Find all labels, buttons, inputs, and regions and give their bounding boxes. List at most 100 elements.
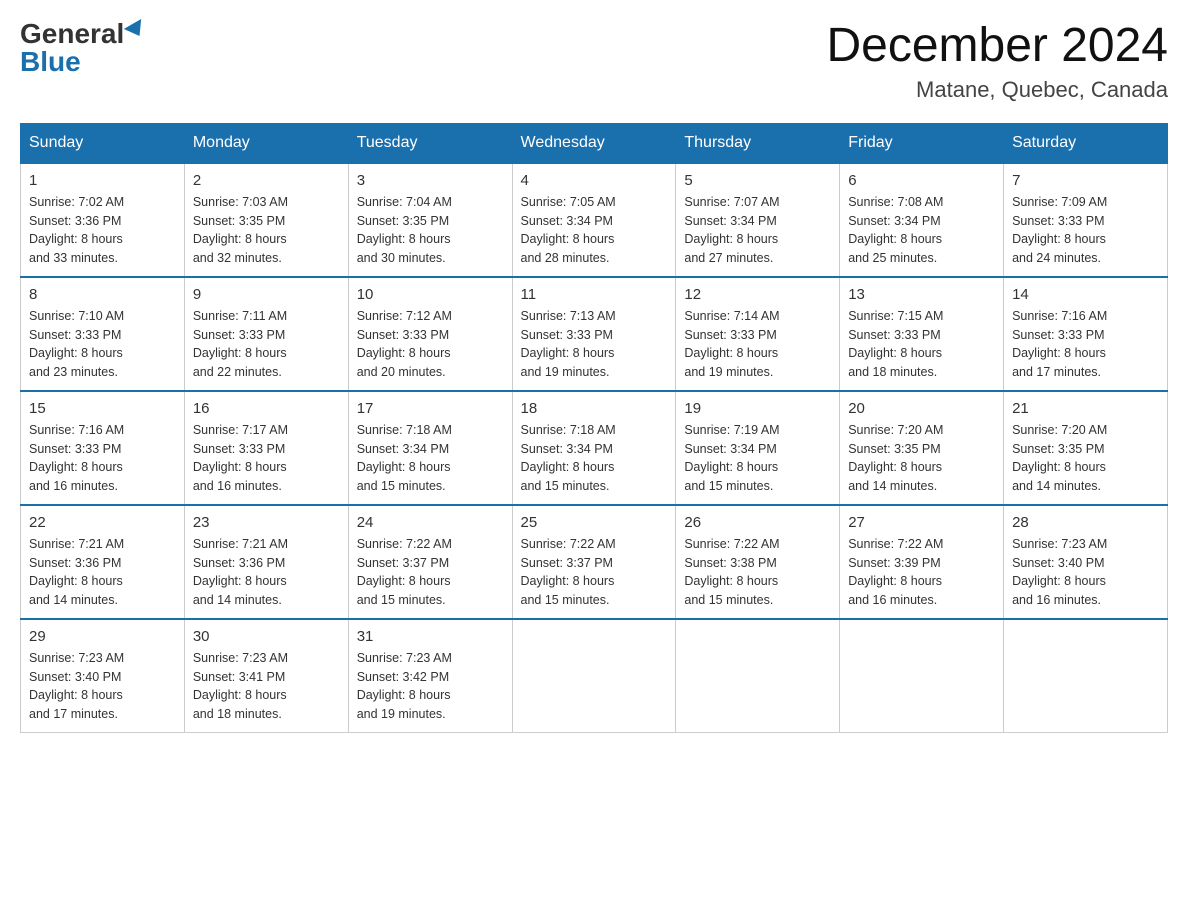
sunrise-text: Sunrise: 7:20 AM bbox=[848, 423, 943, 437]
daylight-text: Daylight: 8 hours bbox=[29, 574, 123, 588]
day-number: 11 bbox=[521, 286, 668, 303]
sunrise-text: Sunrise: 7:22 AM bbox=[848, 537, 943, 551]
sunrise-text: Sunrise: 7:23 AM bbox=[29, 651, 124, 665]
day-number: 7 bbox=[1012, 172, 1159, 189]
calendar-cell: 20 Sunrise: 7:20 AM Sunset: 3:35 PM Dayl… bbox=[840, 391, 1004, 505]
sunset-text: Sunset: 3:33 PM bbox=[29, 442, 121, 456]
day-number: 31 bbox=[357, 628, 504, 645]
day-number: 4 bbox=[521, 172, 668, 189]
day-number: 22 bbox=[29, 514, 176, 531]
daylight-text: Daylight: 8 hours bbox=[848, 346, 942, 360]
sunset-text: Sunset: 3:33 PM bbox=[1012, 328, 1104, 342]
day-number: 13 bbox=[848, 286, 995, 303]
sunrise-text: Sunrise: 7:09 AM bbox=[1012, 195, 1107, 209]
daylight-text: Daylight: 8 hours bbox=[684, 232, 778, 246]
sunset-text: Sunset: 3:40 PM bbox=[29, 670, 121, 684]
daylight-text: Daylight: 8 hours bbox=[521, 574, 615, 588]
calendar-week-1: 1 Sunrise: 7:02 AM Sunset: 3:36 PM Dayli… bbox=[21, 163, 1168, 277]
day-info: Sunrise: 7:21 AM Sunset: 3:36 PM Dayligh… bbox=[29, 535, 176, 610]
sunset-text: Sunset: 3:34 PM bbox=[848, 214, 940, 228]
calendar-cell: 16 Sunrise: 7:17 AM Sunset: 3:33 PM Dayl… bbox=[184, 391, 348, 505]
sunset-text: Sunset: 3:34 PM bbox=[357, 442, 449, 456]
sunset-text: Sunset: 3:36 PM bbox=[193, 556, 285, 570]
header-cell-friday: Friday bbox=[840, 123, 1004, 163]
daylight-text: Daylight: 8 hours bbox=[357, 574, 451, 588]
sunrise-text: Sunrise: 7:16 AM bbox=[1012, 309, 1107, 323]
day-number: 20 bbox=[848, 400, 995, 417]
calendar-cell: 15 Sunrise: 7:16 AM Sunset: 3:33 PM Dayl… bbox=[21, 391, 185, 505]
sunrise-text: Sunrise: 7:15 AM bbox=[848, 309, 943, 323]
daylight-minutes-text: and 16 minutes. bbox=[193, 479, 282, 493]
sunrise-text: Sunrise: 7:23 AM bbox=[357, 651, 452, 665]
header-cell-tuesday: Tuesday bbox=[348, 123, 512, 163]
header-cell-wednesday: Wednesday bbox=[512, 123, 676, 163]
sunrise-text: Sunrise: 7:03 AM bbox=[193, 195, 288, 209]
title-block: December 2024 Matane, Quebec, Canada bbox=[826, 20, 1168, 103]
daylight-minutes-text: and 15 minutes. bbox=[521, 479, 610, 493]
sunset-text: Sunset: 3:39 PM bbox=[848, 556, 940, 570]
day-info: Sunrise: 7:10 AM Sunset: 3:33 PM Dayligh… bbox=[29, 307, 176, 382]
daylight-text: Daylight: 8 hours bbox=[684, 574, 778, 588]
day-info: Sunrise: 7:20 AM Sunset: 3:35 PM Dayligh… bbox=[1012, 421, 1159, 496]
daylight-minutes-text: and 24 minutes. bbox=[1012, 251, 1101, 265]
calendar-cell: 12 Sunrise: 7:14 AM Sunset: 3:33 PM Dayl… bbox=[676, 277, 840, 391]
daylight-text: Daylight: 8 hours bbox=[848, 460, 942, 474]
logo-triangle-icon bbox=[124, 19, 148, 41]
day-info: Sunrise: 7:08 AM Sunset: 3:34 PM Dayligh… bbox=[848, 193, 995, 268]
day-number: 8 bbox=[29, 286, 176, 303]
daylight-text: Daylight: 8 hours bbox=[193, 574, 287, 588]
sunrise-text: Sunrise: 7:12 AM bbox=[357, 309, 452, 323]
sunrise-text: Sunrise: 7:21 AM bbox=[29, 537, 124, 551]
sunrise-text: Sunrise: 7:07 AM bbox=[684, 195, 779, 209]
daylight-minutes-text: and 32 minutes. bbox=[193, 251, 282, 265]
day-number: 12 bbox=[684, 286, 831, 303]
day-info: Sunrise: 7:22 AM Sunset: 3:37 PM Dayligh… bbox=[357, 535, 504, 610]
sunset-text: Sunset: 3:34 PM bbox=[684, 214, 776, 228]
daylight-minutes-text: and 16 minutes. bbox=[848, 593, 937, 607]
day-number: 17 bbox=[357, 400, 504, 417]
day-info: Sunrise: 7:02 AM Sunset: 3:36 PM Dayligh… bbox=[29, 193, 176, 268]
calendar-cell: 5 Sunrise: 7:07 AM Sunset: 3:34 PM Dayli… bbox=[676, 163, 840, 277]
day-info: Sunrise: 7:18 AM Sunset: 3:34 PM Dayligh… bbox=[357, 421, 504, 496]
sunrise-text: Sunrise: 7:22 AM bbox=[521, 537, 616, 551]
day-number: 25 bbox=[521, 514, 668, 531]
calendar-cell: 2 Sunrise: 7:03 AM Sunset: 3:35 PM Dayli… bbox=[184, 163, 348, 277]
sunrise-text: Sunrise: 7:22 AM bbox=[357, 537, 452, 551]
daylight-minutes-text: and 19 minutes. bbox=[357, 707, 446, 721]
sunrise-text: Sunrise: 7:22 AM bbox=[684, 537, 779, 551]
daylight-text: Daylight: 8 hours bbox=[29, 232, 123, 246]
sunrise-text: Sunrise: 7:17 AM bbox=[193, 423, 288, 437]
daylight-minutes-text: and 17 minutes. bbox=[29, 707, 118, 721]
daylight-minutes-text: and 20 minutes. bbox=[357, 365, 446, 379]
calendar-location: Matane, Quebec, Canada bbox=[826, 77, 1168, 103]
calendar-cell bbox=[840, 619, 1004, 733]
daylight-minutes-text: and 15 minutes. bbox=[684, 593, 773, 607]
day-info: Sunrise: 7:14 AM Sunset: 3:33 PM Dayligh… bbox=[684, 307, 831, 382]
day-number: 14 bbox=[1012, 286, 1159, 303]
day-info: Sunrise: 7:03 AM Sunset: 3:35 PM Dayligh… bbox=[193, 193, 340, 268]
calendar-cell: 23 Sunrise: 7:21 AM Sunset: 3:36 PM Dayl… bbox=[184, 505, 348, 619]
sunset-text: Sunset: 3:35 PM bbox=[193, 214, 285, 228]
daylight-text: Daylight: 8 hours bbox=[521, 346, 615, 360]
day-info: Sunrise: 7:22 AM Sunset: 3:38 PM Dayligh… bbox=[684, 535, 831, 610]
daylight-minutes-text: and 14 minutes. bbox=[29, 593, 118, 607]
sunset-text: Sunset: 3:41 PM bbox=[193, 670, 285, 684]
calendar-cell: 28 Sunrise: 7:23 AM Sunset: 3:40 PM Dayl… bbox=[1004, 505, 1168, 619]
daylight-minutes-text: and 15 minutes. bbox=[357, 479, 446, 493]
daylight-text: Daylight: 8 hours bbox=[193, 460, 287, 474]
calendar-cell: 29 Sunrise: 7:23 AM Sunset: 3:40 PM Dayl… bbox=[21, 619, 185, 733]
daylight-text: Daylight: 8 hours bbox=[29, 688, 123, 702]
calendar-cell: 1 Sunrise: 7:02 AM Sunset: 3:36 PM Dayli… bbox=[21, 163, 185, 277]
day-info: Sunrise: 7:23 AM Sunset: 3:40 PM Dayligh… bbox=[1012, 535, 1159, 610]
calendar-cell: 11 Sunrise: 7:13 AM Sunset: 3:33 PM Dayl… bbox=[512, 277, 676, 391]
day-info: Sunrise: 7:15 AM Sunset: 3:33 PM Dayligh… bbox=[848, 307, 995, 382]
daylight-text: Daylight: 8 hours bbox=[193, 346, 287, 360]
calendar-week-3: 15 Sunrise: 7:16 AM Sunset: 3:33 PM Dayl… bbox=[21, 391, 1168, 505]
calendar-cell: 9 Sunrise: 7:11 AM Sunset: 3:33 PM Dayli… bbox=[184, 277, 348, 391]
logo-general-text: General bbox=[20, 20, 124, 48]
sunset-text: Sunset: 3:37 PM bbox=[357, 556, 449, 570]
calendar-cell: 6 Sunrise: 7:08 AM Sunset: 3:34 PM Dayli… bbox=[840, 163, 1004, 277]
header-cell-sunday: Sunday bbox=[21, 123, 185, 163]
daylight-text: Daylight: 8 hours bbox=[1012, 346, 1106, 360]
daylight-minutes-text: and 33 minutes. bbox=[29, 251, 118, 265]
